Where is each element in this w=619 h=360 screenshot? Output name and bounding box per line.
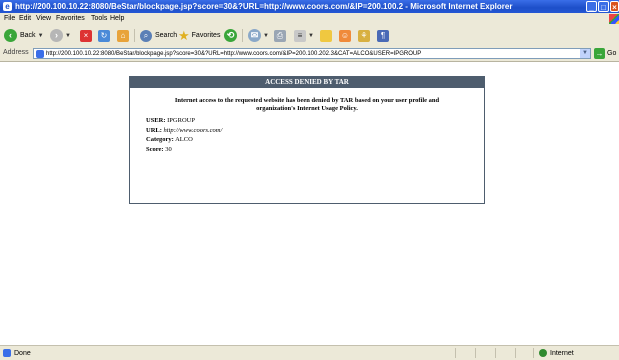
status-divider (533, 348, 534, 358)
home-icon: ⌂ (117, 29, 129, 42)
translate-button[interactable]: ¶ (377, 28, 389, 43)
status-left: Done (3, 349, 31, 357)
mail-button[interactable]: ✉ ▼ (248, 28, 269, 43)
print-button[interactable]: ⎙ (274, 28, 286, 43)
menu-file[interactable]: File (4, 15, 15, 22)
refresh-icon: ↻ (98, 29, 110, 42)
edit-page-icon: ≡ (294, 29, 306, 42)
security-zone: Internet (539, 349, 574, 357)
menu-edit[interactable]: Edit (19, 15, 31, 22)
star-icon: ★ (178, 28, 190, 43)
favorites-label: Favorites (191, 32, 221, 39)
go-button[interactable]: → Go (594, 48, 616, 59)
chevron-down-icon: ▼ (308, 32, 314, 39)
history-icon: ⟲ (224, 29, 237, 42)
menu-help[interactable]: Help (110, 15, 124, 22)
block-details: USER: IPGROUP URL: http://www.coors.com/… (146, 116, 484, 154)
messenger-icon: ☺ (339, 29, 351, 42)
back-button[interactable]: ‹ Back ▼ (4, 28, 44, 43)
forward-arrow-icon: › (50, 29, 63, 42)
detail-label: URL: (146, 126, 162, 134)
detail-value: IPGROUP (167, 117, 195, 124)
chevron-down-icon: ▼ (263, 32, 269, 39)
status-bar: Done Internet (0, 345, 619, 360)
zone-label: Internet (550, 349, 574, 357)
go-label: Go (607, 50, 617, 57)
window-titlebar: e http://200.100.10.22:8080/BeStar/block… (0, 0, 619, 13)
detail-label: Score: (146, 145, 164, 153)
detail-row-url: URL: http://www.coors.com/ (146, 126, 484, 136)
toolbar: ‹ Back ▼ › ▼ × ↻ ⌂ ⌕ Search ★ Favorites … (0, 25, 619, 47)
stop-icon: × (80, 29, 92, 42)
windows-logo-icon (609, 14, 619, 24)
address-label: Address (3, 49, 29, 56)
chevron-down-icon: ▼ (65, 32, 71, 39)
stop-button[interactable]: × (80, 28, 92, 43)
address-input[interactable]: http://200.100.10.22:8080/BeStar/blockpa… (33, 48, 591, 59)
toolbar-divider (134, 29, 135, 42)
page-icon (3, 349, 11, 357)
menu-favorites[interactable]: Favorites (56, 15, 85, 22)
refresh-button[interactable]: ↻ (98, 28, 110, 43)
mail-icon: ✉ (248, 29, 261, 42)
address-bar: Address http://200.100.10.22:8080/BeStar… (0, 46, 619, 62)
translate-icon: ¶ (377, 29, 389, 42)
minimize-button[interactable]: _ (586, 1, 597, 12)
detail-value: ALCO (175, 136, 193, 143)
search-label: Search (155, 32, 178, 39)
detail-row-score: Score: 30 (146, 145, 484, 155)
folder-icon (320, 29, 332, 42)
access-denied-header: ACCESS DENIED BY TAR (130, 77, 484, 88)
back-arrow-icon: ‹ (4, 29, 17, 42)
access-denied-box: ACCESS DENIED BY TAR Internet access to … (129, 76, 485, 204)
detail-value: http://www.coors.com/ (163, 126, 223, 134)
status-divider (515, 348, 516, 358)
internet-explorer-icon: e (3, 2, 12, 11)
menu-tools[interactable]: Tools (91, 15, 107, 22)
status-divider (495, 348, 496, 358)
go-arrow-icon: → (594, 48, 605, 59)
detail-label: Category: (146, 136, 174, 143)
chevron-down-icon: ▼ (37, 32, 44, 39)
toolbar-divider (242, 29, 243, 42)
messenger-button[interactable]: ☺ (339, 28, 351, 43)
access-denied-message: Internet access to the requested website… (174, 97, 440, 112)
forward-button[interactable]: › ▼ (50, 28, 71, 43)
search-button[interactable]: ⌕ Search (140, 28, 177, 43)
page-icon (36, 50, 44, 58)
detail-row-category: Category: ALCO (146, 135, 484, 145)
back-label: Back (20, 32, 36, 39)
page-content: ACCESS DENIED BY TAR Internet access to … (0, 62, 619, 345)
print-icon: ⎙ (274, 29, 286, 42)
search-icon: ⌕ (140, 29, 152, 42)
edit-button[interactable]: ≡ ▼ (294, 28, 314, 43)
menu-view[interactable]: View (36, 15, 51, 22)
detail-row-user: USER: IPGROUP (146, 116, 484, 126)
status-divider (455, 348, 456, 358)
research-icon: ⚘ (358, 29, 370, 42)
globe-icon (539, 349, 547, 357)
close-button[interactable]: × (610, 1, 619, 12)
discuss-button[interactable] (320, 28, 332, 43)
detail-label: USER: (146, 117, 166, 124)
chevron-down-icon[interactable]: ▼ (580, 49, 590, 58)
maximize-button[interactable]: □ (598, 1, 609, 12)
window-title: http://200.100.10.22:8080/BeStar/blockpa… (15, 2, 513, 11)
detail-value: 30 (165, 145, 172, 153)
history-button[interactable]: ⟲ (224, 28, 237, 43)
home-button[interactable]: ⌂ (117, 28, 129, 43)
address-url[interactable]: http://200.100.10.22:8080/BeStar/blockpa… (46, 50, 571, 59)
favorites-button[interactable]: ★ Favorites (178, 28, 220, 43)
status-divider (475, 348, 476, 358)
research-button[interactable]: ⚘ (358, 28, 370, 43)
status-text: Done (14, 349, 31, 357)
